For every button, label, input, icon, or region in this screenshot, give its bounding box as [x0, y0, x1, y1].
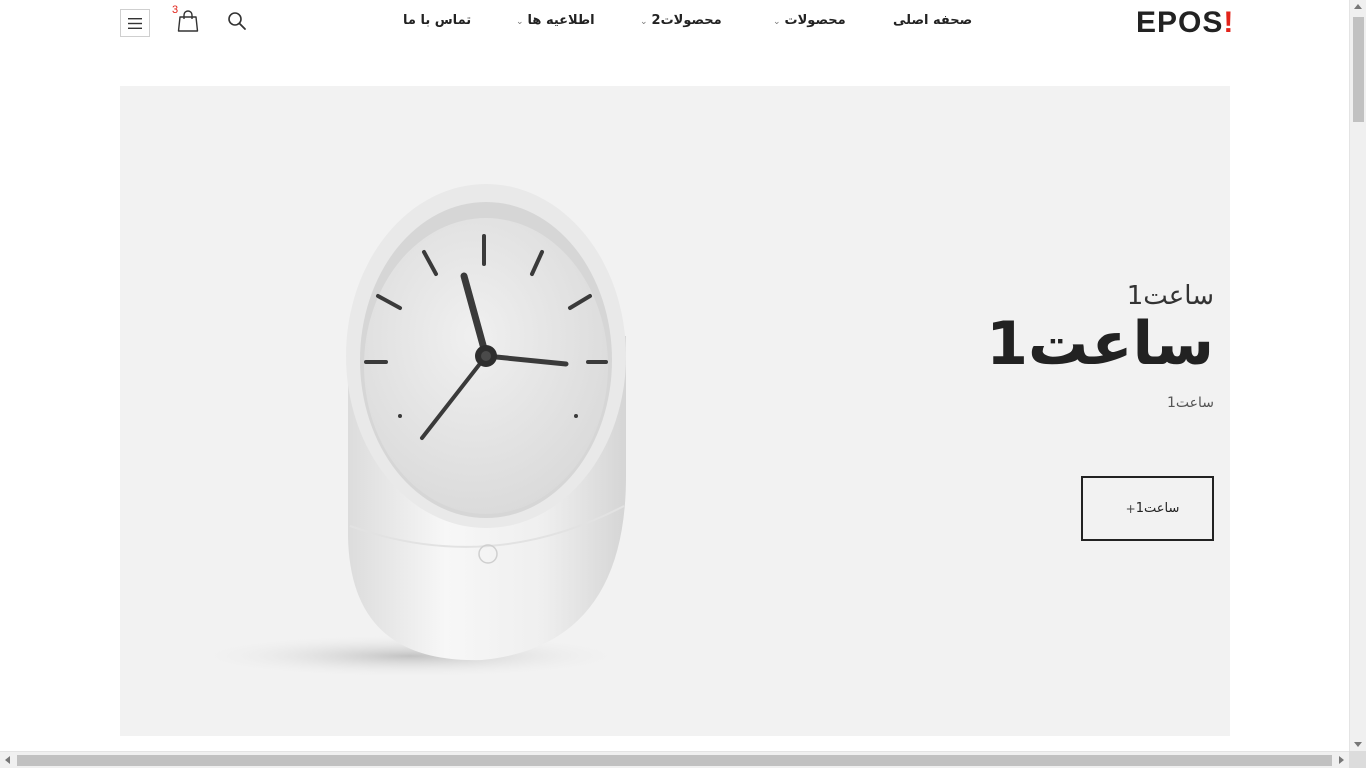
horizontal-scrollbar-thumb[interactable] [17, 755, 1332, 766]
site-header: 3 تماس با ما اطلاعیه ها⌄ محصولات2⌄ محصول… [0, 0, 1349, 45]
clock-image [190, 176, 640, 696]
search-button[interactable] [227, 11, 247, 31]
nav-news-label: اطلاعیه ها [527, 13, 595, 28]
logo-mark: ! [1223, 6, 1235, 39]
nav-contact[interactable]: تماس با ما [403, 13, 471, 31]
hero-cta-button[interactable]: ساعت1 + [1081, 476, 1214, 541]
hero-cta-label: ساعت1 [1135, 501, 1180, 516]
scroll-up-arrow-icon[interactable] [1354, 4, 1362, 9]
nav-home-label: صحفه اصلی [893, 13, 973, 28]
plus-icon: + [1125, 501, 1136, 516]
scroll-right-arrow-icon[interactable] [1339, 756, 1344, 764]
nav-products[interactable]: محصولات⌄ [773, 13, 846, 31]
site-logo[interactable]: EPOS! [1136, 6, 1234, 40]
hero-slider: ساعت1 ساعت1 ساعت1 ساعت1 + [120, 86, 1230, 736]
scroll-left-arrow-icon[interactable] [5, 756, 10, 764]
nav-news[interactable]: اطلاعیه ها⌄ [516, 13, 595, 31]
nav-products-label: محصولات [784, 13, 846, 28]
cart-button[interactable] [177, 9, 201, 35]
nav-home[interactable]: صحفه اصلی [893, 13, 972, 31]
search-icon [228, 12, 246, 30]
chevron-down-icon: ⌄ [773, 17, 781, 27]
chevron-down-icon: ⌄ [640, 17, 648, 27]
hamburger-menu-button[interactable] [120, 9, 150, 37]
nav-products2-label: محصولات2 [651, 13, 722, 28]
scroll-down-arrow-icon[interactable] [1354, 742, 1362, 747]
nav-contact-label: تماس با ما [403, 13, 472, 28]
hero-description: ساعت1 [1166, 395, 1214, 411]
hero-title: ساعت1 [986, 309, 1214, 379]
nav-products2[interactable]: محصولات2⌄ [640, 13, 722, 31]
shopping-bag-icon [177, 10, 199, 32]
vertical-scrollbar-thumb[interactable] [1353, 17, 1364, 122]
chevron-down-icon: ⌄ [516, 17, 524, 27]
logo-text: EPOS [1136, 6, 1224, 39]
scrollbar-corner [1349, 751, 1366, 768]
vertical-scrollbar[interactable] [1349, 0, 1366, 751]
hamburger-menu-icon [128, 17, 142, 29]
horizontal-scrollbar[interactable] [0, 751, 1349, 768]
